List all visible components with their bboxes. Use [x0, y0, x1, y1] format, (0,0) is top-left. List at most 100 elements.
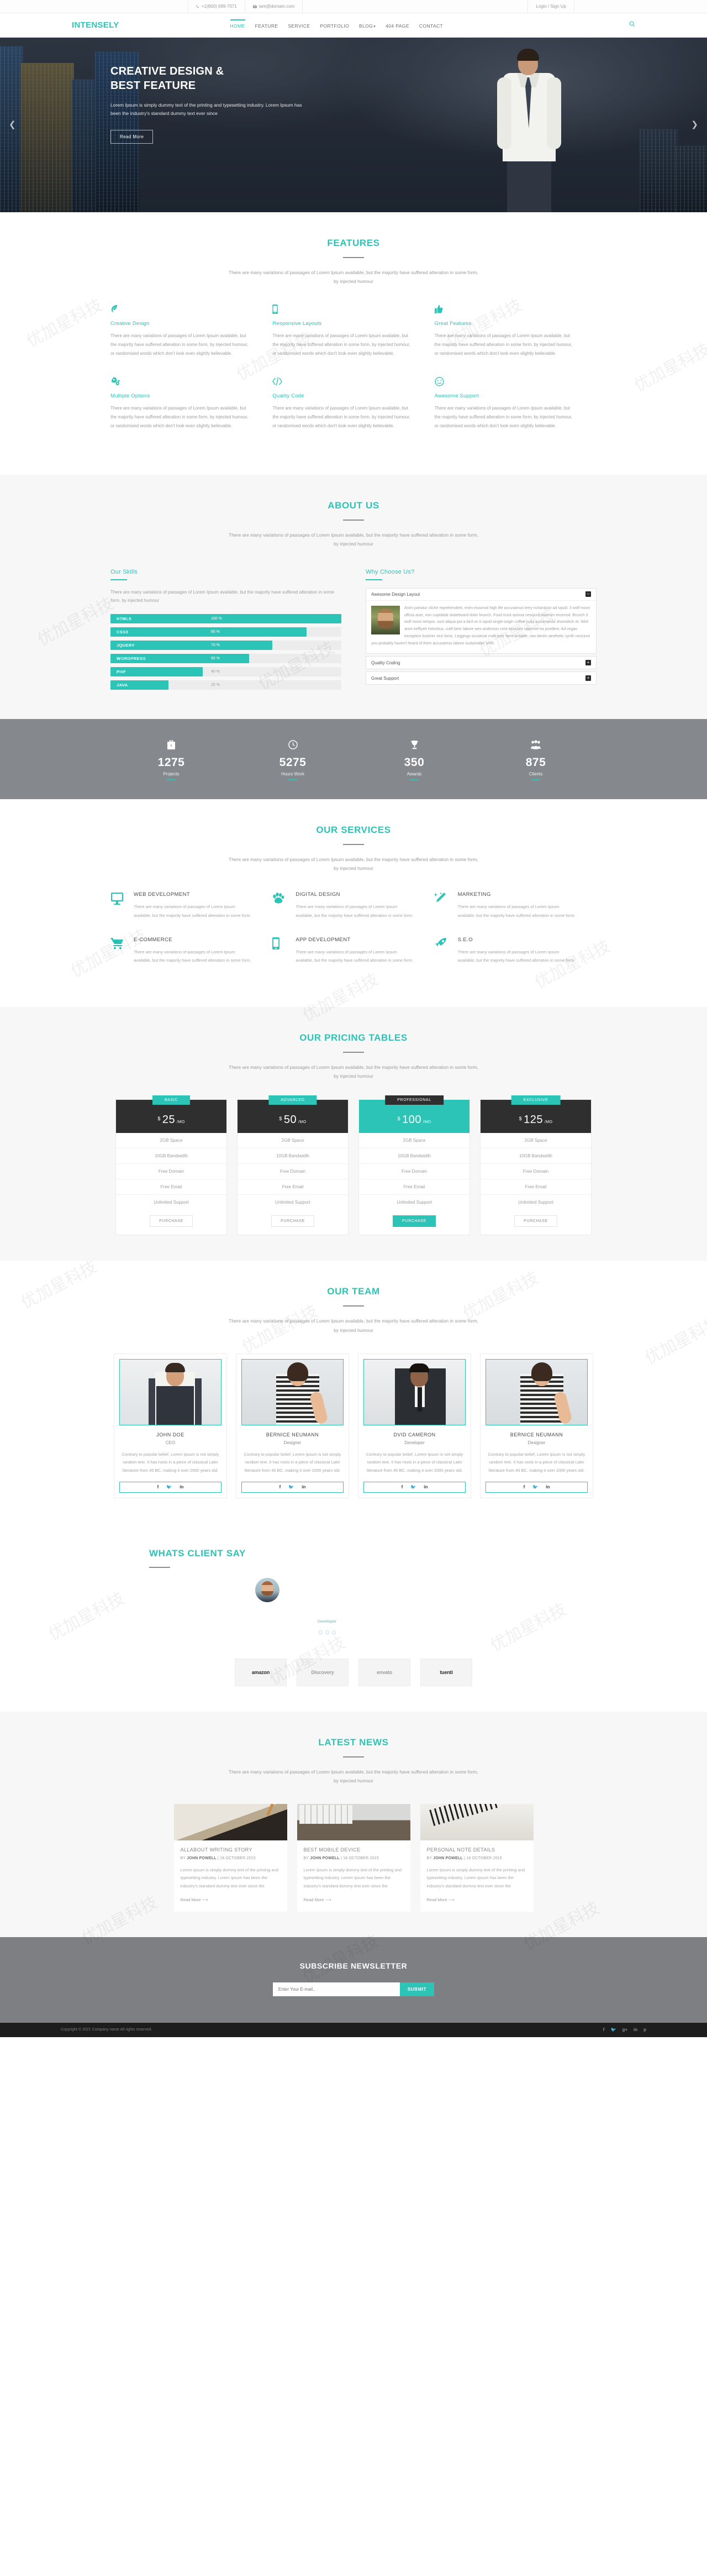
- plus-icon[interactable]: +: [585, 675, 591, 681]
- service-item[interactable]: MARKETING There are many variations of p…: [434, 891, 597, 920]
- twitter-icon[interactable]: 🐦: [532, 1484, 538, 1489]
- team-member-photo: [486, 1358, 588, 1425]
- client-logo-amazon[interactable]: amazon: [235, 1658, 287, 1686]
- minus-icon[interactable]: –: [585, 591, 591, 597]
- magic-wand-icon: [434, 891, 458, 920]
- twitter-icon[interactable]: 🐦: [288, 1484, 294, 1489]
- search-icon[interactable]: [629, 20, 635, 29]
- service-item[interactable]: S.E.O There are many variations of passa…: [435, 937, 597, 966]
- team-member-name: BERNICE NEUMANN: [510, 1431, 563, 1437]
- hero-read-more-button[interactable]: Read More: [110, 129, 154, 144]
- service-item[interactable]: DIGITAL DESIGN There are many variations…: [272, 891, 434, 920]
- news-read-more-link[interactable]: Read More ⟶: [427, 1897, 455, 1902]
- purchase-button[interactable]: PURCHASE: [271, 1215, 314, 1227]
- plan-feature: 2GB Space: [481, 1133, 591, 1149]
- news-read-more-link[interactable]: Read More ⟶: [304, 1897, 331, 1902]
- facebook-icon[interactable]: f: [603, 2027, 605, 2032]
- news-post-title[interactable]: PERSONAL NOTE DETAILS: [427, 1847, 527, 1853]
- feature-item[interactable]: Great Features There are many variations…: [434, 305, 597, 358]
- plan-badge: PROFESSIONAL: [385, 1095, 444, 1105]
- service-text: There are many variations of passages of…: [296, 904, 414, 918]
- feature-item[interactable]: Awesome Support There are many variation…: [435, 377, 597, 431]
- news-post-title[interactable]: BEST MOBILE DEVICE: [304, 1847, 404, 1853]
- linkedin-icon[interactable]: in: [546, 1484, 550, 1489]
- twitter-icon[interactable]: 🐦: [410, 1484, 416, 1489]
- section-divider: [343, 257, 364, 258]
- team-section: OUR TEAM There are many variations of pa…: [0, 1261, 707, 1523]
- hero-next-arrow-icon[interactable]: ❯: [691, 119, 698, 129]
- client-logo-envato[interactable]: envato: [358, 1658, 410, 1686]
- topbar-phone[interactable]: +1(800) 699-7071: [188, 0, 245, 13]
- accordion-header[interactable]: Quality Coding +: [366, 657, 596, 669]
- client-logo-text: tuenti: [440, 1669, 453, 1675]
- pricing-table-row: BASIC $25/MO 2GB Space 10GB Bandwidth Fr…: [110, 1095, 597, 1236]
- linkedin-icon[interactable]: in: [302, 1484, 305, 1489]
- section-divider: [343, 1305, 364, 1307]
- service-item[interactable]: E-COMMERCE There are many variations of …: [110, 937, 272, 966]
- newsletter-submit-button[interactable]: SUBMIT: [399, 1982, 435, 1996]
- topbar-login-link[interactable]: Login / Sign Up: [527, 0, 574, 13]
- purchase-button[interactable]: PURCHASE: [514, 1215, 557, 1227]
- newsletter-email-input[interactable]: [272, 1982, 400, 1996]
- nav-item-portfolio[interactable]: PORTFOLIO: [315, 13, 354, 38]
- accordion-header[interactable]: Great Support +: [366, 672, 596, 684]
- nav-item-feature[interactable]: FEATURE: [250, 13, 283, 38]
- news-read-more-link[interactable]: Read More ⟶: [181, 1897, 208, 1902]
- team-member-card: BERNICE NEUMANN Designer Contrary to pop…: [480, 1353, 593, 1498]
- service-item[interactable]: WEB DEVELOPMENT There are many variation…: [110, 891, 272, 920]
- purchase-button[interactable]: PURCHASE: [150, 1215, 193, 1227]
- monitor-icon: [110, 891, 134, 920]
- feature-item[interactable]: Creative Design There are many variation…: [110, 305, 272, 358]
- skill-percent: 60 %: [211, 656, 220, 660]
- heading-underline: [366, 579, 382, 580]
- skill-percent: 85 %: [211, 629, 220, 634]
- latest-news-section: LATEST NEWS There are many variations of…: [0, 1711, 707, 1937]
- news-thumbnail[interactable]: [297, 1803, 410, 1840]
- client-logo-discovery[interactable]: Discovery: [297, 1658, 349, 1686]
- news-thumbnail[interactable]: [420, 1803, 534, 1840]
- team-member-photo: [363, 1358, 466, 1425]
- facebook-icon[interactable]: f: [524, 1484, 525, 1489]
- plan-period: /MO: [423, 1120, 431, 1125]
- plan-price: 100: [402, 1114, 421, 1126]
- plus-icon[interactable]: +: [585, 660, 591, 666]
- site-logo[interactable]: INTENSELY: [72, 20, 119, 30]
- carousel-dot[interactable]: [318, 1630, 323, 1634]
- counter-item: 875 Clients: [475, 740, 597, 780]
- feature-item[interactable]: Multiple Options There are many variatio…: [110, 377, 272, 431]
- thumbs-up-icon: [434, 305, 572, 316]
- feature-item[interactable]: Responsive Layouts There are many variat…: [272, 305, 434, 358]
- facebook-icon[interactable]: f: [157, 1484, 159, 1489]
- accordion-header[interactable]: Awesome Design Layout –: [366, 589, 596, 601]
- skill-row: WORDPRESS 60 %: [110, 653, 341, 663]
- linkedin-icon[interactable]: in: [424, 1484, 428, 1489]
- plan-price: 50: [283, 1114, 297, 1126]
- nav-item-home[interactable]: HOME: [225, 13, 250, 38]
- purchase-button[interactable]: PURCHASE: [393, 1215, 436, 1227]
- team-member-photo: [241, 1358, 344, 1425]
- twitter-icon[interactable]: 🐦: [166, 1484, 172, 1489]
- linkedin-icon[interactable]: in: [180, 1484, 183, 1489]
- feature-item[interactable]: Quality Code There are many variations o…: [272, 377, 434, 431]
- facebook-icon[interactable]: f: [279, 1484, 281, 1489]
- hero-prev-arrow-icon[interactable]: ❮: [9, 119, 16, 129]
- google-plus-icon[interactable]: g+: [622, 2027, 627, 2032]
- pinterest-icon[interactable]: p: [643, 2027, 646, 2032]
- carousel-dot[interactable]: [331, 1630, 336, 1634]
- facebook-icon[interactable]: f: [402, 1484, 403, 1489]
- team-member-card: BERNICE NEUMANN Designer Contrary to pop…: [236, 1353, 349, 1498]
- topbar-email[interactable]: iam@domain.com: [244, 0, 303, 13]
- news-post-title[interactable]: ALLABOUT WRITING STORY: [181, 1847, 281, 1853]
- nav-item-service[interactable]: SERVICE: [283, 13, 315, 38]
- linkedin-icon[interactable]: in: [634, 2027, 637, 2032]
- service-item[interactable]: APP DEVELOPMENT There are many variation…: [272, 937, 434, 966]
- nav-item-404-page[interactable]: 404 PAGE: [381, 13, 414, 38]
- news-thumbnail[interactable]: [173, 1803, 287, 1840]
- briefcase-icon: [110, 739, 232, 752]
- skill-label: JQUERY: [117, 642, 135, 648]
- nav-item-blog[interactable]: BLOG▾: [354, 13, 381, 38]
- nav-item-contact[interactable]: CONTACT: [414, 13, 448, 38]
- carousel-dot[interactable]: [325, 1630, 329, 1634]
- twitter-icon[interactable]: 🐦: [610, 2027, 616, 2032]
- client-logo-tuenti[interactable]: tuenti: [420, 1658, 472, 1686]
